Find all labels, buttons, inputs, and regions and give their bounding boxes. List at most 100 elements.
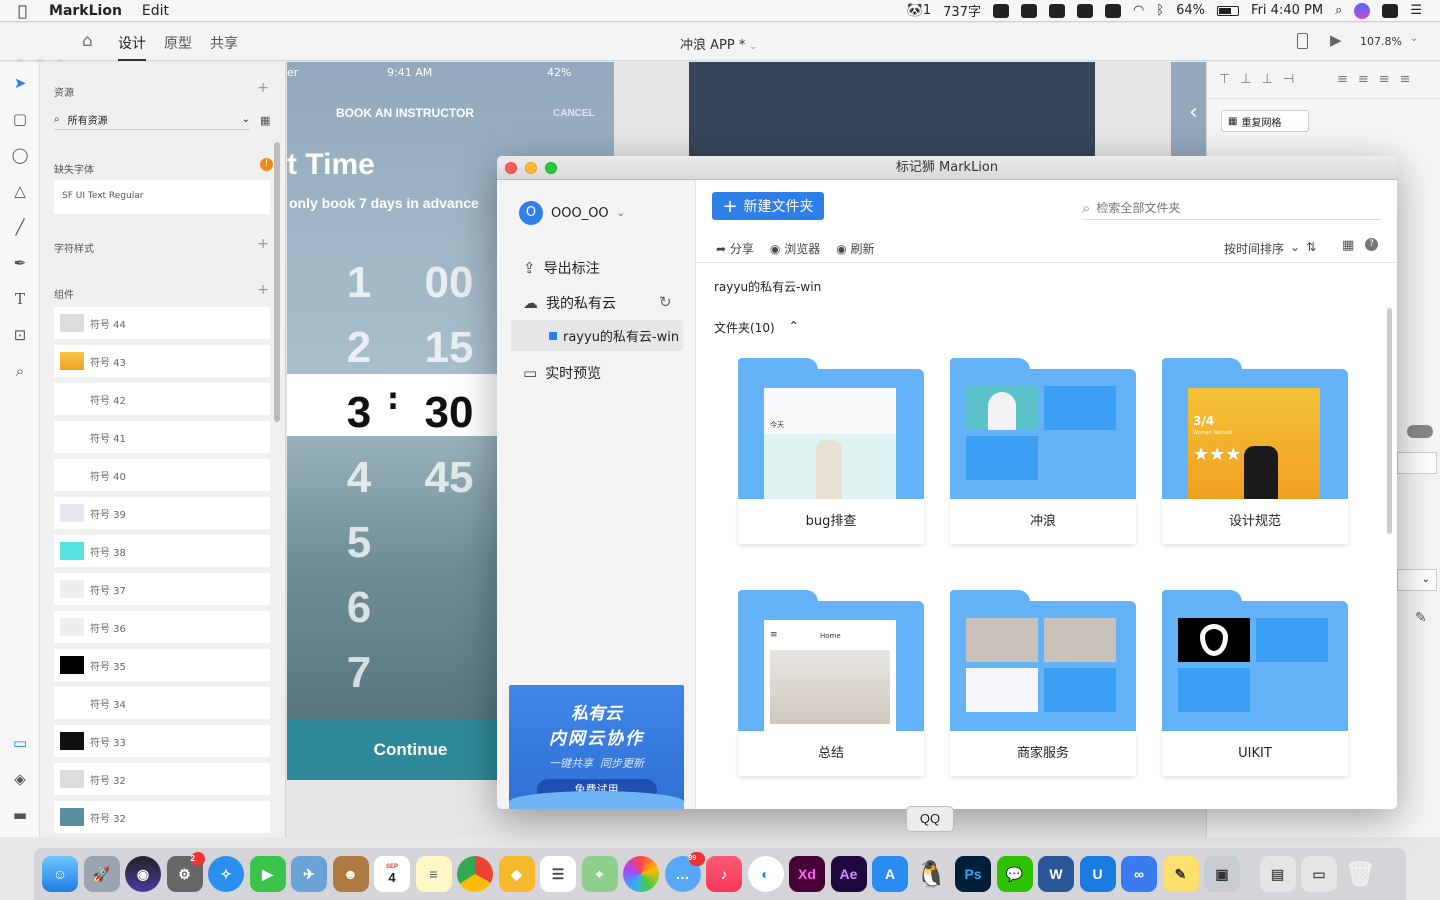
pen-tool-icon[interactable]: ✒ xyxy=(11,254,29,272)
symbol-item[interactable]: 符号 42 xyxy=(54,383,270,415)
layers-icon[interactable]: ◈ xyxy=(11,770,29,788)
missing-font-item[interactable]: SF UI Text Regular xyxy=(54,180,270,214)
artboard-tool-icon[interactable]: ⊡ xyxy=(11,326,29,344)
document-title[interactable]: 冲浪 APP * ⌄ xyxy=(680,34,757,53)
symbol-item[interactable]: 符号 33 xyxy=(54,725,270,757)
siri-icon[interactable]: ◉ xyxy=(125,856,161,892)
messages-icon[interactable]: … 99 xyxy=(664,852,705,892)
minute-option[interactable]: 45 xyxy=(409,445,489,510)
device-preview-icon[interactable] xyxy=(1297,33,1308,49)
creative-cloud-icon[interactable] xyxy=(992,3,1009,18)
maximize-button[interactable] xyxy=(545,162,557,174)
hour-option-selected[interactable]: 3 xyxy=(339,380,379,445)
symbol-item[interactable]: 符号 34 xyxy=(54,687,270,719)
edge-icon[interactable]: ◐ xyxy=(747,856,784,892)
menu-edit[interactable]: Edit xyxy=(142,3,169,19)
wechat-icon[interactable]: 💬 xyxy=(996,856,1033,892)
hour-option[interactable]: 7 xyxy=(339,640,379,705)
contacts-icon[interactable]: ☻ xyxy=(332,856,369,892)
wechat-status-icon[interactable] xyxy=(1020,3,1037,18)
align-horizontal-icons[interactable]: ≡≡≡≡ xyxy=(1337,72,1421,87)
qq-icon[interactable]: 🐧 xyxy=(914,856,950,892)
spotlight-icon[interactable]: ⌕ xyxy=(1335,3,1342,18)
symbol-item[interactable]: 符号 39 xyxy=(54,497,270,529)
safari-icon[interactable]: ✧ xyxy=(208,856,244,892)
photoshop-icon[interactable]: Ps xyxy=(955,856,991,892)
hour-option[interactable]: 5 xyxy=(339,510,379,575)
menu-app-name[interactable]: MarkLion xyxy=(49,3,122,19)
sort-dropdown[interactable]: 按时间排序 ⌄ ⇅ xyxy=(1224,240,1316,257)
blue-icon[interactable] xyxy=(1076,3,1093,18)
eyedropper-icon[interactable]: ✎ xyxy=(1415,610,1427,626)
launchpad-icon[interactable]: 🚀 xyxy=(83,856,120,892)
photos-icon[interactable] xyxy=(623,856,659,892)
wifi-icon[interactable]: ◠ xyxy=(1133,3,1144,18)
symbol-item[interactable]: 符号 38 xyxy=(54,535,270,567)
artboard-partial[interactable]: ‹ xyxy=(1171,62,1206,157)
folder-card[interactable]: 冲浪 xyxy=(950,358,1136,544)
warning-icon[interactable]: ! xyxy=(260,158,273,171)
select-tool-icon[interactable]: ➤ xyxy=(11,74,29,92)
chrome-icon[interactable] xyxy=(457,856,493,892)
folder-card[interactable]: 商家服务 xyxy=(950,590,1136,776)
symbol-item[interactable]: 符号 35 xyxy=(54,649,270,681)
image-capture-icon[interactable]: ▣ xyxy=(1204,856,1240,892)
line-tool-icon[interactable]: ╱ xyxy=(11,218,29,236)
artboard-dark[interactable] xyxy=(689,62,1095,157)
panda-icon[interactable]: 🐼1 xyxy=(907,3,931,18)
symbol-item[interactable]: 符号 32 xyxy=(54,801,270,833)
promo-banner[interactable]: 私有云 内网云协作 一键共享 同步更新 免费试用 xyxy=(509,685,684,809)
grid-view-icon[interactable]: ▦ xyxy=(1342,238,1354,253)
add-component-icon[interactable]: + xyxy=(257,282,269,298)
hour-picker[interactable]: 1 2 3 4 5 6 7 xyxy=(339,250,379,705)
screenshot-folder-icon[interactable]: ▤ xyxy=(1259,856,1296,892)
browser-action[interactable]: ◉ 浏览器 xyxy=(770,240,820,257)
system-preferences-icon[interactable]: ⚙ 2 xyxy=(166,852,205,892)
preview-app-icon[interactable]: ✈ xyxy=(291,856,327,892)
baidu-netdisk-icon[interactable]: ∞ xyxy=(1121,856,1157,892)
tab-share[interactable]: 共享 xyxy=(210,33,238,61)
folder-search-input[interactable] xyxy=(1096,200,1337,215)
help-icon[interactable]: ? xyxy=(1365,238,1378,251)
minute-picker[interactable]: 00 15 30 45 xyxy=(409,250,489,510)
zoom-level[interactable]: 107.8% xyxy=(1360,35,1402,48)
folder-card[interactable]: 3/4 Women Wetsuit ★★★☆☆ 设计规范 xyxy=(1162,358,1348,544)
refresh-action[interactable]: ◉ 刷新 xyxy=(836,240,874,257)
lock-status-icon[interactable] xyxy=(1104,3,1121,18)
folder-card[interactable]: 今天 bug排查 xyxy=(738,358,924,544)
folder-count-header[interactable]: 文件夹(10) ⌃ xyxy=(714,319,799,336)
after-effects-icon[interactable]: Ae xyxy=(830,856,867,892)
qq-status-icon[interactable] xyxy=(1048,3,1065,18)
zoom-chevron-icon[interactable]: ⌄ xyxy=(1410,33,1418,44)
hour-option[interactable]: 4 xyxy=(339,445,379,510)
battery-percent[interactable]: 64% xyxy=(1176,3,1205,18)
folder-card[interactable]: ≡ Home 总结 xyxy=(738,590,924,776)
sketch-icon[interactable]: ◆ xyxy=(498,856,535,892)
folder-search[interactable]: ⌕ xyxy=(1082,196,1380,220)
downloads-folder-icon[interactable]: ▭ xyxy=(1301,856,1337,892)
trash-icon[interactable]: 🗑 xyxy=(1343,856,1379,892)
battery-icon[interactable] xyxy=(1217,5,1240,16)
sidebar-item-cloud[interactable]: ☁ 我的私有云 xyxy=(523,293,616,313)
align-vertical-icons[interactable]: ⊤⊥⊥⊣ xyxy=(1219,72,1304,87)
assets-panel-icon[interactable]: ▭ xyxy=(11,734,29,752)
assets-scrollbar[interactable] xyxy=(274,142,280,422)
symbol-item[interactable]: 符号 41 xyxy=(54,421,270,453)
minute-option[interactable]: 00 xyxy=(409,250,489,315)
asset-filter[interactable]: ⌕ 所有资源 ⌄ xyxy=(54,110,250,130)
polygon-tool-icon[interactable]: △ xyxy=(11,182,29,200)
dropdown-field[interactable]: ⌄ xyxy=(1397,569,1437,591)
facetime-icon[interactable]: ▶ xyxy=(249,856,286,892)
hour-option[interactable]: 2 xyxy=(339,315,379,380)
sidebar-item-export[interactable]: ⇪ 导出标注 xyxy=(523,258,600,278)
sidebar-item-preview[interactable]: ▭ 实时预览 xyxy=(523,363,601,383)
add-asset-icon[interactable]: + xyxy=(257,80,269,96)
main-scrollbar[interactable] xyxy=(1387,308,1392,534)
tab-prototype[interactable]: 原型 xyxy=(164,33,192,61)
notification-center-icon[interactable]: ☰ xyxy=(1410,3,1422,18)
user-menu[interactable]: O OOO_OO ⌄ xyxy=(519,201,625,225)
text-tool-icon[interactable]: T xyxy=(11,290,29,308)
sidebar-item-cloud-sub[interactable]: rayyu的私有云-win xyxy=(511,320,683,351)
play-icon[interactable]: ▶ xyxy=(1330,31,1342,49)
toggle-switch[interactable] xyxy=(1407,425,1433,438)
